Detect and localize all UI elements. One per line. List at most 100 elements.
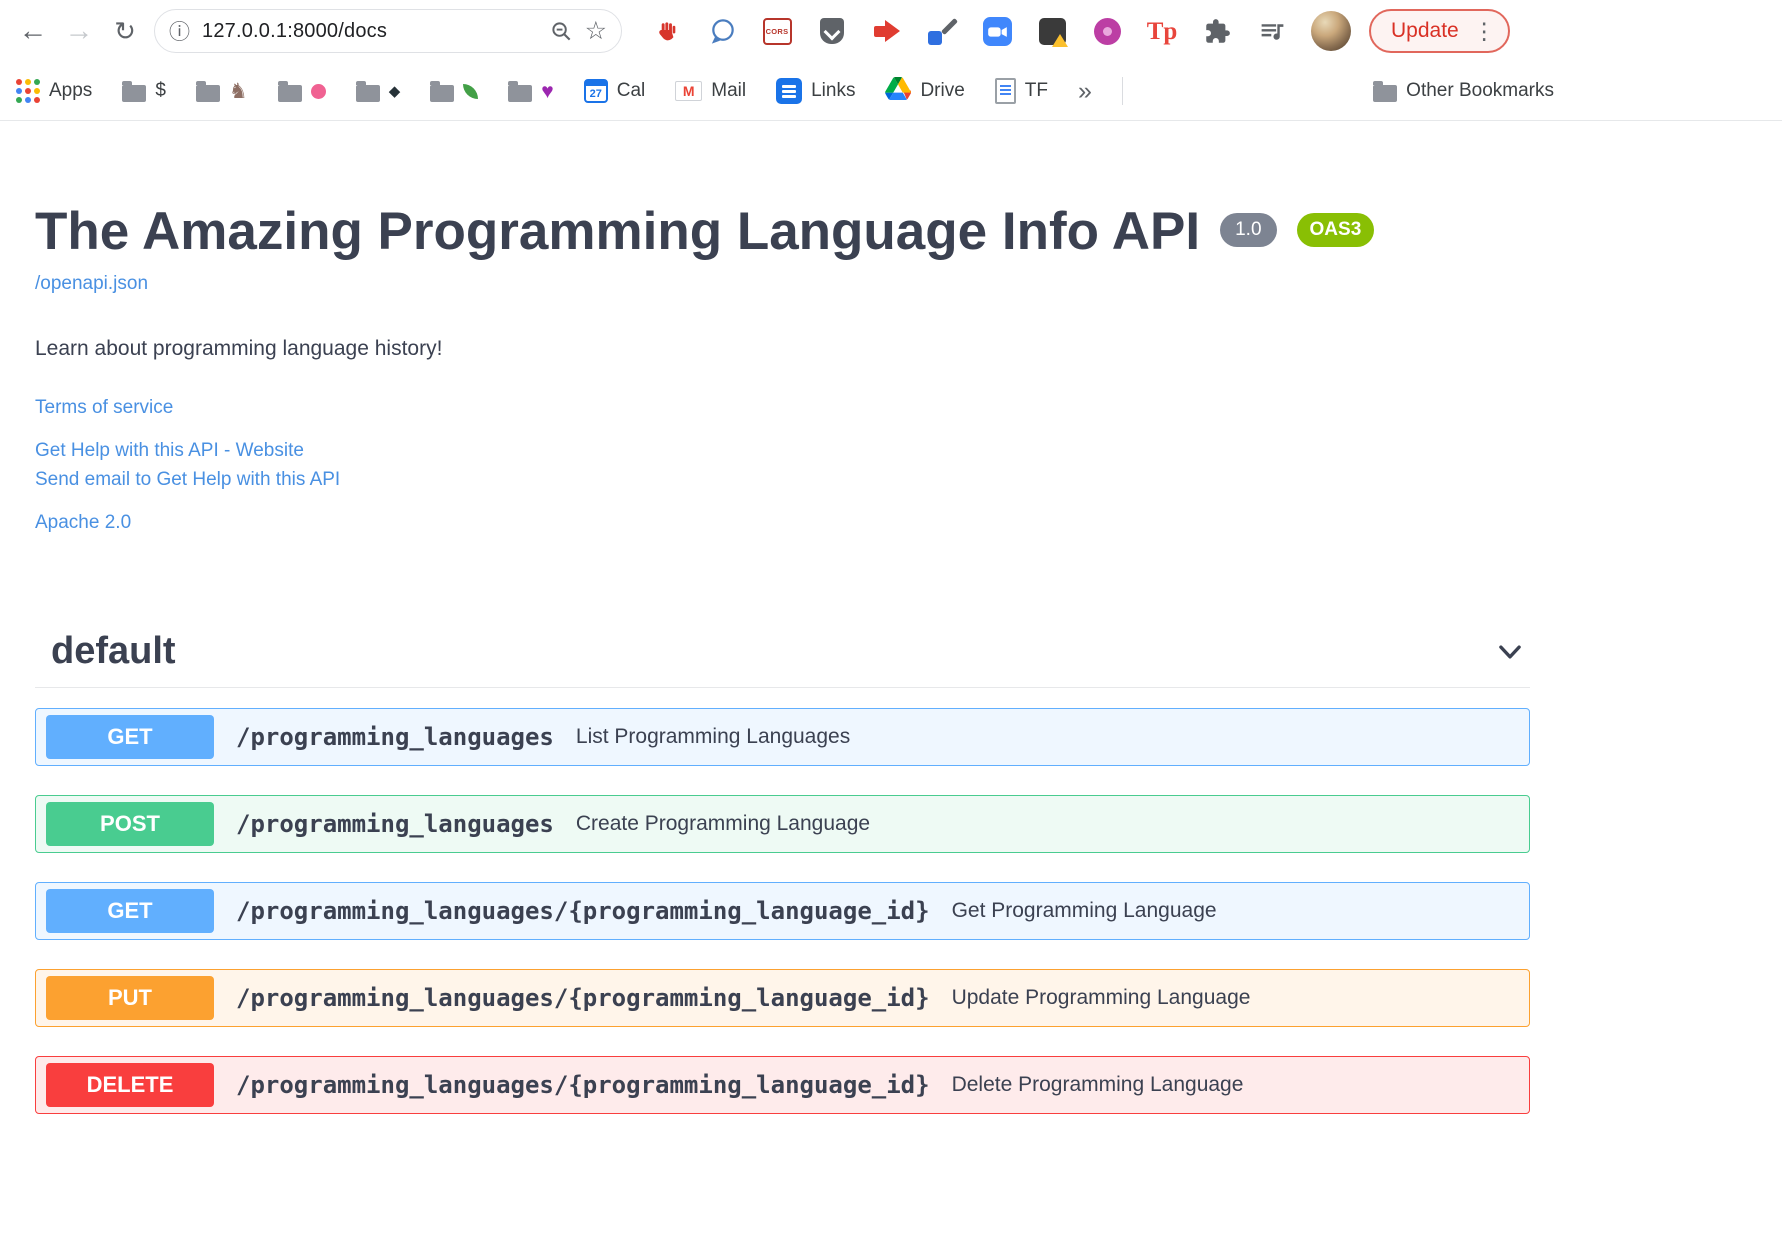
method-badge: GET	[46, 715, 214, 760]
folder-icon	[277, 81, 302, 102]
endpoint-summary: Get Programming Language	[951, 899, 1217, 923]
address-bar[interactable]: ⓘ 127.0.0.1:8000/docs ☆	[154, 9, 622, 53]
endpoint-path: /programming_languages/{programming_lang…	[236, 1071, 930, 1100]
forward-icon: →	[64, 14, 94, 47]
forward-button[interactable]: →	[56, 8, 102, 54]
folder-icon	[508, 81, 533, 102]
api-info-section: The Amazing Programming Language Info AP…	[35, 202, 1782, 534]
bookmark-tf[interactable]: TF	[994, 78, 1048, 104]
operations-list: GET /programming_languages List Programm…	[35, 708, 1530, 1115]
terms-of-service-link[interactable]: Terms of service	[35, 397, 173, 419]
bookmark-folder-dollar[interactable]: $	[122, 80, 166, 102]
endpoint-path: /programming_languages	[236, 810, 554, 839]
method-badge: DELETE	[46, 1063, 214, 1108]
reload-button[interactable]: ↻	[102, 8, 148, 54]
endpoint-summary: Create Programming Language	[575, 812, 871, 836]
dark-warning-extension-icon[interactable]	[1037, 16, 1068, 47]
chat-bubble-extension-icon[interactable]	[707, 16, 737, 46]
page-title: The Amazing Programming Language Info AP…	[35, 202, 1782, 261]
endpoint-row-delete[interactable]: DELETE /programming_languages/{programmi…	[35, 1056, 1530, 1115]
bookmarks-bar-wrap: Apps $ ♞ ◆ ♥ 27 Cal M Mail Links Drive T…	[0, 62, 1782, 121]
bookmark-drive[interactable]: Drive	[885, 76, 965, 106]
openapi-json-link[interactable]: /openapi.json	[35, 273, 148, 295]
endpoint-row-get-one[interactable]: GET /programming_languages/{programming_…	[35, 882, 1530, 941]
update-button[interactable]: Update ⋮	[1369, 9, 1510, 53]
version-badge: 1.0	[1220, 213, 1277, 247]
purple-flower-extension-icon[interactable]	[1092, 16, 1122, 46]
purple-heart-emoji-icon: ♥	[541, 79, 554, 103]
arrow-extension-icon[interactable]	[872, 16, 902, 46]
email-help-link[interactable]: Send email to Get Help with this API	[35, 469, 340, 491]
cors-badge-text: CORS	[762, 17, 792, 45]
method-badge: PUT	[46, 976, 214, 1021]
bookmarks-separator	[1121, 77, 1123, 105]
bookmark-folder-plant[interactable]	[430, 80, 479, 102]
back-button[interactable]: ←	[10, 8, 56, 54]
section-title: default	[51, 630, 176, 673]
bookmark-folder-purple-heart[interactable]: ♥	[508, 79, 554, 103]
other-bookmarks[interactable]: Other Bookmarks	[1373, 80, 1554, 102]
bookmark-folder-horse[interactable]: ♞	[195, 79, 248, 103]
url-text[interactable]: 127.0.0.1:8000/docs	[202, 20, 538, 43]
zoom-icon[interactable]	[550, 20, 573, 43]
endpoint-row-put-update[interactable]: PUT /programming_languages/{programming_…	[35, 969, 1530, 1028]
website-help-link[interactable]: Get Help with this API - Website	[35, 440, 304, 462]
zoom-meeting-extension-icon[interactable]	[982, 16, 1012, 46]
endpoint-summary: Update Programming Language	[951, 986, 1251, 1010]
endpoint-row-post-create[interactable]: POST /programming_languages Create Progr…	[35, 795, 1530, 854]
extensions-row: CORS Tp	[652, 16, 1287, 47]
back-icon: ←	[18, 14, 48, 47]
document-icon	[994, 78, 1016, 104]
folder-icon	[430, 81, 455, 102]
bookmark-mail[interactable]: M Mail	[675, 80, 746, 102]
media-queue-extension-icon[interactable]	[1257, 16, 1287, 46]
apps-grid-icon	[16, 79, 40, 103]
endpoint-summary: List Programming Languages	[575, 725, 851, 749]
bookmark-apps[interactable]: Apps	[16, 79, 92, 103]
bookmark-calendar-label: Cal	[616, 80, 646, 101]
license-link[interactable]: Apache 2.0	[35, 512, 131, 534]
color-picker-extension-icon[interactable]	[927, 16, 958, 46]
extensions-puzzle-icon[interactable]	[1202, 16, 1232, 46]
profile-avatar[interactable]	[1311, 11, 1351, 51]
folder-icon	[355, 81, 380, 102]
collapse-chevron-icon[interactable]	[1496, 638, 1524, 666]
tag-section-default[interactable]: default	[35, 630, 1530, 689]
pocket-extension-icon[interactable]	[817, 16, 847, 46]
update-label: Update	[1391, 19, 1459, 42]
bookmark-folder-brain[interactable]	[277, 80, 326, 102]
endpoint-summary: Delete Programming Language	[951, 1073, 1244, 1097]
calendar-day: 27	[589, 87, 602, 100]
bookmark-drive-label: Drive	[920, 80, 965, 101]
endpoint-path: /programming_languages/{programming_lang…	[236, 897, 930, 926]
bookmark-apps-label: Apps	[49, 80, 93, 101]
folder-icon	[122, 81, 147, 102]
bookmark-star-icon[interactable]: ☆	[585, 18, 607, 44]
brain-emoji-icon	[310, 83, 326, 99]
bookmark-links[interactable]: Links	[776, 78, 855, 104]
chrome-menu-icon[interactable]: ⋮	[1473, 19, 1496, 43]
oas3-badge: OAS3	[1296, 213, 1375, 247]
api-description: Learn about programming language history…	[35, 337, 443, 361]
plant-emoji-icon	[463, 83, 479, 99]
bookmark-folder-graduation[interactable]: ◆	[355, 80, 401, 102]
bookmarks-bar: Apps $ ♞ ◆ ♥ 27 Cal M Mail Links Drive T…	[0, 62, 1570, 120]
bookmark-folder-dollar-label: $	[155, 80, 166, 101]
reload-icon: ↻	[114, 15, 136, 46]
endpoint-row-get-list[interactable]: GET /programming_languages List Programm…	[35, 708, 1530, 767]
endpoint-path: /programming_languages/{programming_lang…	[236, 984, 930, 1013]
endpoint-path: /programming_languages	[236, 723, 554, 752]
tp-badge-text: Tp	[1146, 17, 1178, 45]
hand-blocker-extension-icon[interactable]	[652, 16, 682, 46]
folder-icon	[1373, 81, 1398, 102]
graduation-cap-emoji-icon: ◆	[388, 82, 401, 100]
bookmark-links-label: Links	[811, 80, 856, 101]
site-info-icon[interactable]: ⓘ	[169, 16, 190, 46]
calendar-icon: 27	[583, 79, 608, 103]
tp-extension-icon[interactable]: Tp	[1146, 16, 1178, 46]
method-badge: GET	[46, 889, 214, 934]
bookmarks-overflow-chevron[interactable]: »	[1078, 77, 1092, 106]
cors-extension-icon[interactable]: CORS	[762, 16, 792, 46]
horse-emoji-icon: ♞	[228, 79, 248, 103]
bookmark-calendar[interactable]: 27 Cal	[583, 79, 646, 103]
